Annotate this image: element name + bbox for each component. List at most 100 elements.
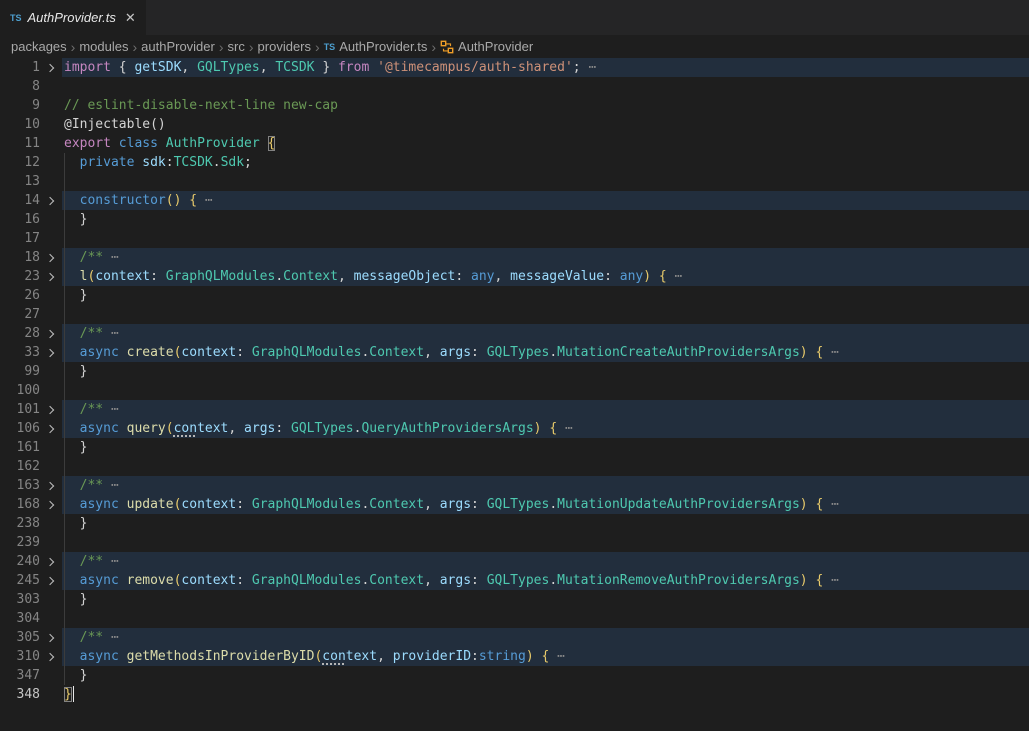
fold-chevron-icon[interactable]	[40, 267, 62, 286]
folded-code-ellipsis[interactable]: ⋯	[111, 250, 119, 265]
code-content[interactable]	[62, 305, 1029, 324]
code-content[interactable]: l(context: GraphQLModules.Context, messa…	[62, 267, 1029, 286]
indent-guide	[64, 647, 65, 666]
code-content[interactable]	[62, 609, 1029, 628]
code-content[interactable]: }	[62, 210, 1029, 229]
code-content[interactable]: }	[62, 362, 1029, 381]
line-number: 14	[0, 191, 40, 210]
code-content[interactable]	[62, 381, 1029, 400]
code-content[interactable]	[62, 77, 1029, 96]
gutter: 27	[0, 305, 62, 324]
code-token: GraphQLModules	[252, 573, 362, 588]
folded-code-ellipsis[interactable]: ⋯	[111, 630, 119, 645]
breadcrumb-item-authprovider-ts[interactable]: TSAuthProvider.ts	[324, 39, 428, 54]
code-content[interactable]	[62, 533, 1029, 552]
code-content[interactable]: /** ⋯	[62, 628, 1029, 647]
code-content[interactable]: /** ⋯	[62, 476, 1029, 495]
folded-code-ellipsis[interactable]: ⋯	[675, 269, 683, 284]
code-content[interactable]: export class AuthProvider {	[62, 134, 1029, 153]
code-content[interactable]: async query(context, args: GQLTypes.Quer…	[62, 419, 1029, 438]
code-content[interactable]: @Injectable()	[62, 115, 1029, 134]
code-content[interactable]: async remove(context: GraphQLModules.Con…	[62, 571, 1029, 590]
fold-chevron-icon[interactable]	[40, 248, 62, 267]
breadcrumb-item-packages[interactable]: packages	[11, 39, 67, 54]
code-content[interactable]: async create(context: GraphQLModules.Con…	[62, 343, 1029, 362]
code-content[interactable]: import { getSDK, GQLTypes, TCSDK } from …	[62, 58, 1029, 77]
code-content[interactable]	[62, 229, 1029, 248]
indent-guide	[64, 172, 65, 191]
folded-code-ellipsis[interactable]: ⋯	[565, 421, 573, 436]
fold-chevron-icon[interactable]	[40, 400, 62, 419]
code-token: :	[604, 269, 620, 284]
fold-chevron-icon[interactable]	[40, 58, 62, 77]
gutter: 12	[0, 153, 62, 172]
indent-guide	[64, 305, 65, 324]
tab-authprovider-ts[interactable]: TS AuthProvider.ts ✕	[0, 0, 147, 35]
folded-code-ellipsis[interactable]: ⋯	[557, 649, 565, 664]
breadcrumb-label: modules	[79, 39, 128, 54]
code-content[interactable]: }	[62, 590, 1029, 609]
code-content[interactable]	[62, 172, 1029, 191]
gutter: 28	[0, 324, 62, 343]
code-token: /**	[64, 402, 103, 417]
code-content[interactable]: /** ⋯	[62, 552, 1029, 571]
line-number: 106	[0, 419, 40, 438]
code-token: ,	[424, 345, 440, 360]
code-content[interactable]: }	[62, 514, 1029, 533]
code-content[interactable]	[62, 457, 1029, 476]
code-content[interactable]: }	[62, 286, 1029, 305]
folded-code-ellipsis[interactable]: ⋯	[588, 60, 596, 75]
close-tab-icon[interactable]: ✕	[125, 11, 136, 24]
fold-spacer	[40, 115, 62, 134]
code-token: Context	[369, 497, 424, 512]
fold-chevron-icon[interactable]	[40, 495, 62, 514]
code-token	[64, 497, 80, 512]
breadcrumb-item-src[interactable]: src	[228, 39, 245, 54]
fold-spacer	[40, 609, 62, 628]
code-content[interactable]: constructor() { ⋯	[62, 191, 1029, 210]
code-content[interactable]: }	[62, 438, 1029, 457]
code-token: )	[526, 649, 534, 664]
code-content[interactable]: /** ⋯	[62, 324, 1029, 343]
breadcrumb-item-modules[interactable]: modules	[79, 39, 128, 54]
folded-code-ellipsis[interactable]: ⋯	[831, 573, 839, 588]
fold-chevron-icon[interactable]	[40, 476, 62, 495]
code-line-348: 348}	[0, 685, 1029, 704]
folded-code-ellipsis[interactable]: ⋯	[111, 478, 119, 493]
code-token	[64, 155, 80, 170]
code-content[interactable]: /** ⋯	[62, 400, 1029, 419]
code-content[interactable]: }	[62, 685, 1029, 704]
gutter: 33	[0, 343, 62, 362]
fold-chevron-icon[interactable]	[40, 343, 62, 362]
fold-chevron-icon[interactable]	[40, 191, 62, 210]
fold-chevron-icon[interactable]	[40, 324, 62, 343]
breadcrumb-item-authprovider[interactable]: authProvider	[141, 39, 215, 54]
code-content[interactable]: async getMethodsInProviderByID(context, …	[62, 647, 1029, 666]
fold-chevron-icon[interactable]	[40, 419, 62, 438]
code-token: TCSDK	[174, 155, 213, 170]
indent-guide	[64, 267, 65, 286]
code-content[interactable]: async update(context: GraphQLModules.Con…	[62, 495, 1029, 514]
code-token: }	[64, 212, 87, 227]
fold-chevron-icon[interactable]	[40, 647, 62, 666]
code-content[interactable]: private sdk:TCSDK.Sdk;	[62, 153, 1029, 172]
folded-code-ellipsis[interactable]: ⋯	[111, 554, 119, 569]
fold-chevron-icon[interactable]	[40, 552, 62, 571]
line-number: 161	[0, 438, 40, 457]
folded-code-ellipsis[interactable]: ⋯	[831, 345, 839, 360]
breadcrumb-item-providers[interactable]: providers	[258, 39, 311, 54]
code-content[interactable]: }	[62, 666, 1029, 685]
breadcrumb-item-authprovider[interactable]: AuthProvider	[440, 39, 533, 54]
code-content[interactable]: /** ⋯	[62, 248, 1029, 267]
code-token	[103, 478, 111, 493]
folded-code-ellipsis[interactable]: ⋯	[111, 402, 119, 417]
folded-code-ellipsis[interactable]: ⋯	[111, 326, 119, 341]
gutter: 305	[0, 628, 62, 647]
folded-code-ellipsis[interactable]: ⋯	[831, 497, 839, 512]
code-editor[interactable]: 1import { getSDK, GQLTypes, TCSDK } from…	[0, 58, 1029, 704]
fold-chevron-icon[interactable]	[40, 571, 62, 590]
code-content[interactable]: // eslint-disable-next-line new-cap	[62, 96, 1029, 115]
folded-code-ellipsis[interactable]: ⋯	[205, 193, 213, 208]
fold-chevron-icon[interactable]	[40, 628, 62, 647]
code-token: messageObject	[354, 269, 456, 284]
